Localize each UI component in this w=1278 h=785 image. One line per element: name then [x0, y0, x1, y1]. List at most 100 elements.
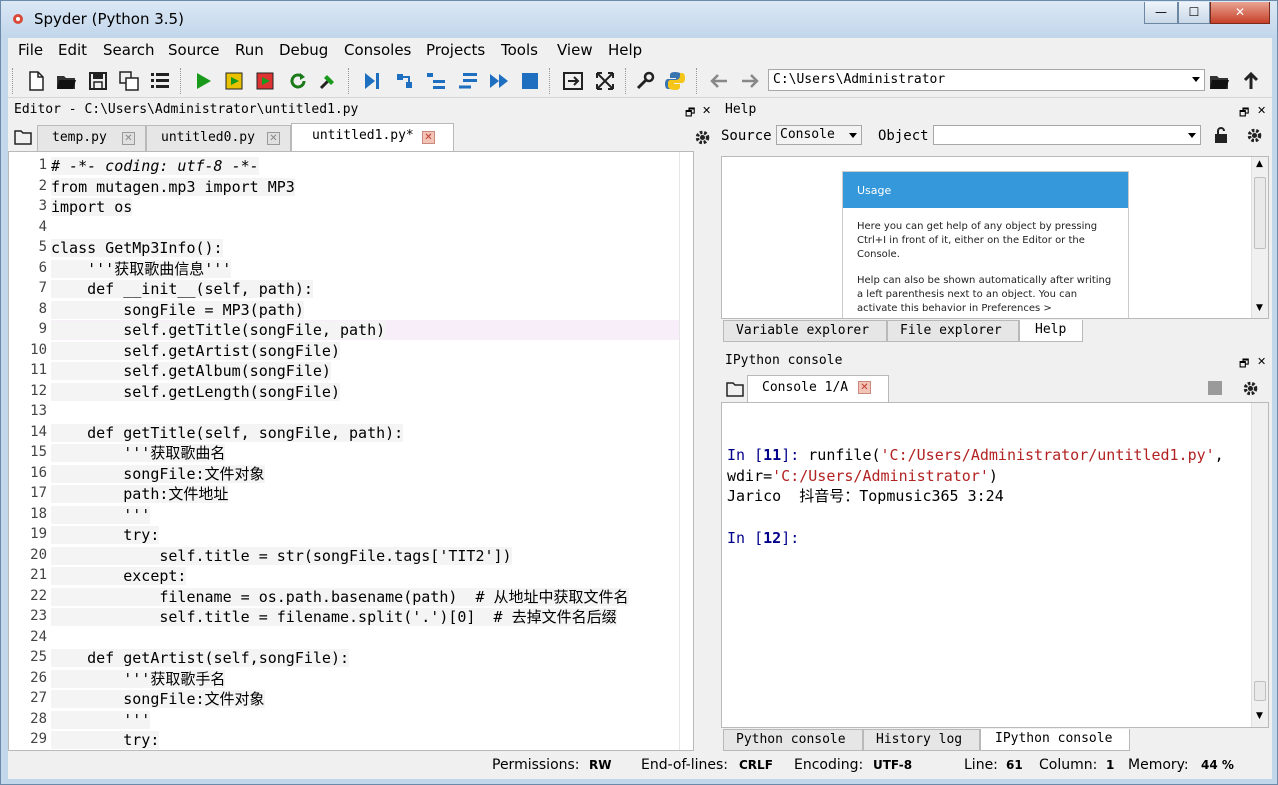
ipython-console-output[interactable]: In [11]: runfile('C:/Users/Administrator… [721, 402, 1269, 728]
code-line[interactable]: from mutagen.mp3 import MP3 [51, 177, 295, 197]
tab-history-log[interactable]: History log [863, 729, 980, 751]
help-scrollbar[interactable]: ▲ ▼ [1251, 157, 1268, 318]
save-all-icon[interactable] [118, 70, 140, 92]
tab-temp-py[interactable]: temp.py ✕ [37, 125, 146, 151]
fullscreen-icon[interactable] [594, 70, 616, 92]
menu-source[interactable]: Source [168, 41, 220, 59]
tab-untitled0-py[interactable]: untitled0.py ✕ [146, 125, 291, 151]
lock-icon[interactable] [1213, 126, 1229, 144]
menu-run[interactable]: Run [235, 41, 264, 59]
browse-tabs-icon[interactable] [14, 129, 32, 145]
python-path-icon[interactable] [664, 70, 686, 92]
minimize-button[interactable]: — [1144, 2, 1178, 24]
tab-console-1a[interactable]: Console 1/A ✕ [747, 375, 889, 403]
gear-icon[interactable] [1246, 127, 1263, 144]
continue-icon[interactable] [488, 70, 510, 92]
code-line[interactable]: ''' [51, 710, 151, 730]
menu-debug[interactable]: Debug [279, 41, 328, 59]
menu-view[interactable]: View [557, 41, 593, 59]
open-file-icon[interactable] [55, 70, 77, 92]
menu-help[interactable]: Help [608, 41, 642, 59]
new-file-icon[interactable] [25, 70, 47, 92]
browse-folder-icon[interactable] [1208, 70, 1230, 92]
tab-python-console[interactable]: Python console [723, 729, 863, 751]
code-editor[interactable]: 1 2 3 4 5 6 7 8 9 10 11 12 13 14 15 16 17 18 19 20 21 22 23 24 2… [8, 151, 694, 751]
scroll-down-icon[interactable]: ▼ [1256, 303, 1263, 313]
gear-icon[interactable] [1242, 380, 1259, 397]
tab-ipython-console[interactable]: IPython console [980, 729, 1130, 751]
code-line[interactable]: import os [51, 197, 133, 217]
console-scrollbar[interactable]: ▼ [1251, 403, 1268, 727]
menu-tools[interactable]: Tools [501, 41, 538, 59]
scroll-up-icon[interactable]: ▲ [1256, 159, 1263, 169]
scroll-thumb[interactable] [1254, 681, 1266, 701]
code-line[interactable]: songFile:文件对象 [51, 464, 265, 484]
menu-consoles[interactable]: Consoles [344, 41, 411, 59]
code-line[interactable]: songFile = MP3(path) [51, 300, 304, 320]
close-tab-icon[interactable]: ✕ [422, 131, 435, 144]
close-tab-icon[interactable]: ✕ [267, 132, 280, 145]
list-icon[interactable] [149, 70, 171, 92]
menu-file[interactable]: File [18, 41, 43, 59]
code-line[interactable]: '''获取歌手名 [51, 669, 226, 689]
scroll-down-icon[interactable]: ▼ [1256, 711, 1263, 721]
code-line[interactable]: self.getLength(songFile) [51, 382, 340, 402]
object-input[interactable] [933, 125, 1201, 145]
back-arrow-icon[interactable] [708, 70, 730, 92]
code-line[interactable]: self.getArtist(songFile) [51, 341, 340, 361]
run-cell-advance-icon[interactable] [255, 70, 277, 92]
undock-icon[interactable]: 🗗 [685, 104, 695, 123]
code-line[interactable]: path:文件地址 [51, 484, 229, 504]
close-pane-icon[interactable]: ✕ [702, 104, 711, 117]
run-cell-icon[interactable] [224, 70, 246, 92]
close-button[interactable]: ✕ [1210, 2, 1270, 24]
stop-debug-icon[interactable] [519, 70, 541, 92]
code-line[interactable]: songFile:文件对象 [51, 689, 265, 709]
code-line[interactable]: try: [51, 525, 160, 545]
scroll-thumb[interactable] [1254, 177, 1266, 249]
code-line[interactable]: filename = os.path.basename(path) # 从地址中… [51, 587, 629, 607]
chevron-down-icon[interactable] [1188, 133, 1196, 138]
debug-icon[interactable] [317, 70, 339, 92]
code-line[interactable]: ''' [51, 505, 151, 525]
code-line[interactable]: '''获取歌曲名 [51, 443, 226, 463]
debug-start-icon[interactable] [361, 70, 383, 92]
close-pane-icon[interactable]: ✕ [1257, 355, 1266, 368]
console-prompt-line[interactable]: In [12]: [727, 528, 799, 548]
code-line[interactable]: self.title = filename.split('.')[0] # 去掉… [51, 607, 617, 627]
gear-icon[interactable] [694, 129, 711, 146]
parent-dir-arrow-icon[interactable] [1240, 70, 1262, 92]
step-return-icon[interactable] [457, 70, 479, 92]
code-line[interactable]: # -*- coding: utf-8 -*- [51, 156, 259, 176]
step-icon[interactable] [394, 70, 416, 92]
menu-projects[interactable]: Projects [426, 41, 485, 59]
tab-file-explorer[interactable]: File explorer [887, 320, 1019, 342]
code-line[interactable]: def getTitle(self, songFile, path): [51, 423, 404, 443]
rerun-icon[interactable] [287, 70, 309, 92]
preferences-wrench-icon[interactable] [634, 70, 656, 92]
maximize-button[interactable]: ☐ [1178, 2, 1210, 24]
menu-search[interactable]: Search [103, 41, 155, 59]
code-line[interactable]: except: [51, 566, 187, 586]
code-line[interactable]: def __init__(self, path): [51, 279, 313, 299]
undock-icon[interactable]: 🗗 [1239, 355, 1249, 374]
source-select[interactable]: Console [776, 125, 862, 145]
run-icon[interactable] [192, 70, 214, 92]
maximize-pane-icon[interactable] [562, 70, 584, 92]
close-tab-icon[interactable]: ✕ [858, 381, 871, 394]
code-line[interactable]: '''获取歌曲信息''' [51, 259, 232, 279]
save-icon[interactable] [87, 70, 109, 92]
close-tab-icon[interactable]: ✕ [122, 132, 135, 145]
tab-untitled1-py[interactable]: untitled1.py* ✕ [291, 123, 454, 151]
code-line[interactable]: self.getAlbum(songFile) [51, 361, 331, 381]
close-pane-icon[interactable]: ✕ [1257, 104, 1266, 117]
code-line[interactable]: self.title = str(songFile.tags['TIT2']) [51, 546, 512, 566]
step-into-icon[interactable] [425, 70, 447, 92]
code-area[interactable]: # -*- coding: utf-8 -*- from mutagen.mp3 … [51, 152, 679, 750]
forward-arrow-icon[interactable] [739, 70, 761, 92]
browse-tabs-icon[interactable] [726, 381, 744, 397]
code-line[interactable]: class GetMp3Info(): [51, 238, 223, 258]
working-directory-input[interactable]: C:\Users\Administrator [768, 69, 1205, 91]
code-line[interactable]: self.getTitle(songFile, path) [51, 320, 386, 340]
code-line[interactable]: try: [51, 730, 160, 750]
